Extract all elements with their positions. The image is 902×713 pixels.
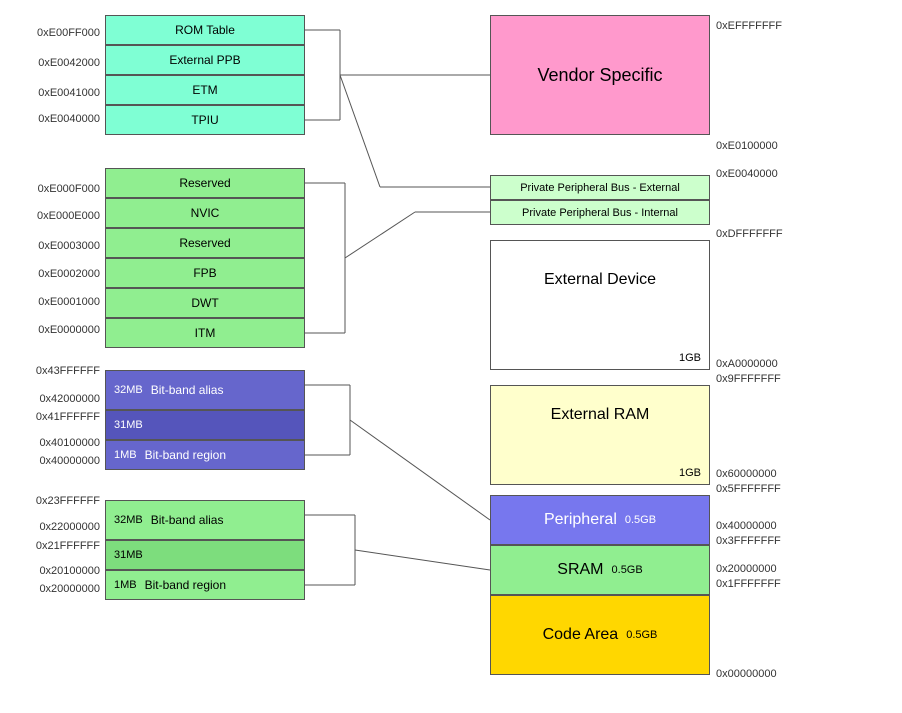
block-ppb-internal: Private Peripheral Bus - Internal (490, 200, 710, 225)
addr-42000000: 0x42000000 (39, 393, 100, 405)
block-fpb: FPB (105, 258, 305, 288)
addr-right-dfffffff: 0xDFFFFFFF (716, 228, 783, 240)
addr-e00ff000: 0xE00FF000 (37, 27, 100, 39)
block-itm: ITM (105, 318, 305, 348)
block-peripheral-region: 1MB Bit-band region (105, 440, 305, 470)
addr-right-e0100000: 0xE0100000 (716, 140, 778, 152)
block-rom-table: ROM Table (105, 15, 305, 45)
block-peripheral-alias: 32MB Bit-band alias (105, 370, 305, 410)
addr-right-60000000: 0x60000000 (716, 468, 777, 480)
addr-right-effffffff: 0xEFFFFFFF (716, 20, 782, 32)
addr-e0000000: 0xE0000000 (38, 324, 100, 336)
block-sram-mid: 31MB (105, 540, 305, 570)
addr-e000e000: 0xE000E000 (37, 210, 100, 222)
addr-e000f000: 0xE000F000 (38, 183, 100, 195)
block-code-area: Code Area 0.5GB (490, 595, 710, 675)
addr-right-a0000000: 0xA0000000 (716, 358, 778, 370)
addr-right-20000000: 0x20000000 (716, 563, 777, 575)
addr-20000000: 0x20000000 (39, 583, 100, 595)
addr-right-e0040000: 0xE0040000 (716, 168, 778, 180)
addr-21ffffff: 0x21FFFFFF (36, 540, 100, 552)
addr-e0042000: 0xE0042000 (38, 57, 100, 69)
addr-43ffffff: 0x43FFFFFF (36, 365, 100, 377)
addr-41ffffff: 0x41FFFFFF (36, 411, 100, 423)
block-sram-region: 1MB Bit-band region (105, 570, 305, 600)
addr-right-5fffffff: 0x5FFFFFFF (716, 483, 781, 495)
block-reserved-1: Reserved (105, 168, 305, 198)
addr-20100000: 0x20100000 (39, 565, 100, 577)
addr-right-9fffffff: 0x9FFFFFFF (716, 373, 781, 385)
block-dwt: DWT (105, 288, 305, 318)
addr-40100000: 0x40100000 (39, 437, 100, 449)
block-peripheral-mid: 31MB (105, 410, 305, 440)
block-tpiu: TPIU (105, 105, 305, 135)
block-vendor-specific: Vendor Specific (490, 15, 710, 135)
block-external-ram: External RAM 1GB (490, 385, 710, 485)
block-ppb-external: Private Peripheral Bus - External (490, 175, 710, 200)
addr-23ffffff: 0x23FFFFFF (36, 495, 100, 507)
block-sram-alias: 32MB Bit-band alias (105, 500, 305, 540)
addr-22000000: 0x22000000 (39, 521, 100, 533)
addr-right-3fffffff: 0x3FFFFFFF (716, 535, 781, 547)
addr-right-1fffffff: 0x1FFFFFFF (716, 578, 781, 590)
addr-e0041000: 0xE0041000 (38, 87, 100, 99)
block-external-device: External Device 1GB (490, 240, 710, 370)
block-nvic: NVIC (105, 198, 305, 228)
block-sram: SRAM 0.5GB (490, 545, 710, 595)
addr-40000000: 0x40000000 (39, 455, 100, 467)
addr-e0003000: 0xE0003000 (38, 240, 100, 252)
addr-right-00000000: 0x00000000 (716, 668, 777, 680)
addr-e0002000: 0xE0002000 (38, 268, 100, 280)
addr-e0001000: 0xE0001000 (38, 296, 100, 308)
addr-e0040000: 0xE0040000 (38, 113, 100, 125)
block-external-ppb: External PPB (105, 45, 305, 75)
block-reserved-2: Reserved (105, 228, 305, 258)
addr-right-40000000: 0x40000000 (716, 520, 777, 532)
memory-map-diagram: 0xE00FF000 0xE0042000 0xE0041000 0xE0040… (0, 0, 902, 713)
block-peripheral: Peripheral 0.5GB (490, 495, 710, 545)
block-etm: ETM (105, 75, 305, 105)
